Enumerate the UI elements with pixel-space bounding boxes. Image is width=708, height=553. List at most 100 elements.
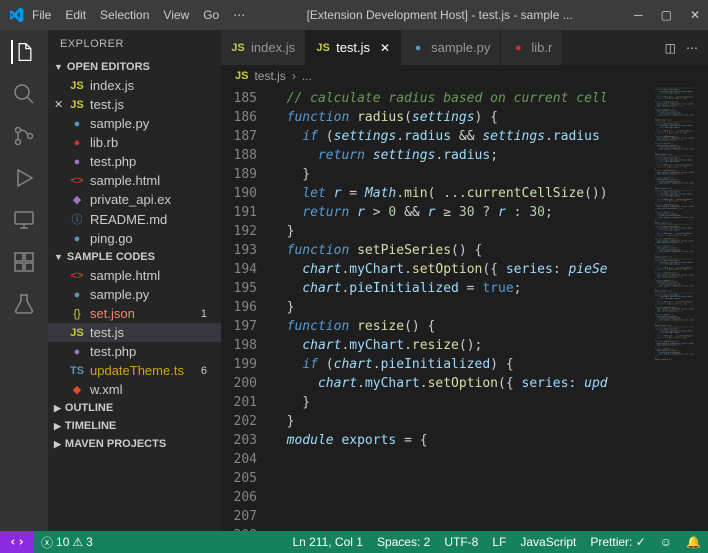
cursor-position[interactable]: Ln 211, Col 1 — [285, 535, 370, 549]
eol[interactable]: LF — [485, 535, 513, 549]
explorer-icon[interactable] — [11, 40, 35, 64]
run-debug-icon[interactable] — [12, 166, 36, 190]
file-name: sample.html — [90, 173, 160, 188]
file-type-icon: JS — [316, 42, 330, 54]
file-item[interactable]: TSupdateTheme.ts6 — [48, 361, 221, 380]
file-type-icon: JS — [70, 327, 84, 339]
file-type-icon: ● — [70, 118, 84, 130]
file-item[interactable]: ⓘREADME.md — [48, 209, 221, 229]
file-name: sample.py — [90, 116, 149, 131]
section-open-editors[interactable]: ▼OPEN EDITORS — [48, 58, 221, 76]
file-type-icon: <> — [70, 270, 84, 282]
testing-icon[interactable] — [12, 292, 36, 316]
extensions-icon[interactable] — [12, 250, 36, 274]
editor-tab[interactable]: ●sample.py — [401, 30, 501, 65]
menu-edit[interactable]: Edit — [65, 8, 86, 22]
chevron-right-icon: › — [292, 69, 296, 83]
file-name: test.js — [90, 97, 124, 112]
sidebar: EXPLORER ▼OPEN EDITORS JSindex.js✕JStest… — [48, 30, 221, 531]
file-name: test.js — [90, 325, 124, 340]
file-type-icon: ◆ — [70, 193, 84, 206]
editor-tab[interactable]: JS index.js — [221, 30, 306, 65]
remote-explorer-icon[interactable] — [12, 208, 36, 232]
vscode-logo-icon — [8, 7, 24, 23]
language-mode[interactable]: JavaScript — [513, 535, 583, 549]
encoding[interactable]: UTF-8 — [437, 535, 485, 549]
file-type-icon: JS — [231, 42, 245, 54]
code-content[interactable]: // calculate radius based on current cel… — [271, 87, 653, 531]
titlebar: File Edit Selection View Go ⋯ [Extension… — [0, 0, 708, 30]
tab-label: sample.py — [431, 40, 490, 55]
chevron-down-icon: ▼ — [54, 62, 63, 72]
file-item[interactable]: JSindex.js — [48, 76, 221, 95]
breadcrumb[interactable]: JS test.js › ... — [221, 65, 708, 87]
file-type-icon: ● — [70, 346, 84, 358]
section-timeline[interactable]: ▶TIMELINE — [48, 417, 221, 435]
file-type-icon: ⓘ — [70, 211, 84, 227]
file-item[interactable]: ◆w.xml — [48, 380, 221, 399]
file-item[interactable]: ●sample.py — [48, 285, 221, 304]
more-actions-icon[interactable]: ⋯ — [686, 41, 698, 55]
chevron-right-icon: ▶ — [54, 403, 61, 414]
section-outline[interactable]: ▶OUTLINE — [48, 399, 221, 417]
file-type-icon: ● — [70, 137, 84, 149]
file-type-icon: ● — [511, 42, 525, 54]
feedback-icon[interactable]: ☺ — [653, 535, 679, 549]
file-name: ping.go — [90, 231, 133, 246]
prettier-status[interactable]: Prettier: ✓ — [583, 535, 652, 549]
menu-file[interactable]: File — [32, 8, 51, 22]
tab-label: index.js — [251, 40, 295, 55]
file-item[interactable]: ● sample.py — [48, 114, 221, 133]
close-icon[interactable]: ✕ — [380, 41, 390, 55]
problems-indicator[interactable]: ⓧ10 ⚠3 — [34, 534, 100, 551]
problem-badge: 6 — [201, 365, 213, 377]
file-type-icon: ● — [70, 233, 84, 245]
file-name: sample.py — [90, 287, 149, 302]
tab-label: test.js — [336, 40, 370, 55]
minimap[interactable]: // calculate radius based on current cel… — [653, 87, 708, 531]
file-item[interactable]: ●test.php — [48, 152, 221, 171]
editor-tab[interactable]: ● lib.r — [501, 30, 563, 65]
close-icon[interactable]: ✕ — [690, 8, 700, 22]
file-name: updateTheme.ts — [90, 363, 184, 378]
file-item[interactable]: JS test.js — [48, 323, 221, 342]
editor-tabs: JS index.js JS test.js ✕ ●sample.py ● lib.r ◫ ⋯ — [221, 30, 708, 65]
file-item[interactable]: <> sample.html — [48, 266, 221, 285]
section-sample-codes[interactable]: ▼SAMPLE CODES — [48, 248, 221, 266]
split-editor-icon[interactable]: ◫ — [665, 41, 676, 55]
menu-go[interactable]: Go — [203, 8, 219, 22]
window-title: [Extension Development Host] - test.js -… — [245, 8, 634, 22]
file-item[interactable]: <> sample.html — [48, 171, 221, 190]
notifications-icon[interactable]: 🔔 — [679, 535, 708, 549]
tab-label: lib.r — [531, 40, 552, 55]
indentation[interactable]: Spaces: 2 — [370, 535, 437, 549]
file-name: set.json — [90, 306, 135, 321]
file-name: test.php — [90, 344, 136, 359]
section-maven[interactable]: ▶MAVEN PROJECTS — [48, 435, 221, 453]
activity-bar — [0, 30, 48, 531]
file-name: sample.html — [90, 268, 160, 283]
file-item[interactable]: ✕JStest.js — [48, 95, 221, 114]
code-editor[interactable]: 1851861871881891901911921931941951961971… — [221, 87, 708, 531]
file-item[interactable]: ◆ private_api.ex — [48, 190, 221, 209]
file-type-icon: <> — [70, 175, 84, 187]
menu-selection[interactable]: Selection — [100, 8, 149, 22]
minimize-icon[interactable]: ─ — [634, 8, 643, 22]
search-icon[interactable] — [12, 82, 36, 106]
file-name: private_api.ex — [90, 192, 171, 207]
file-name: index.js — [90, 78, 134, 93]
sidebar-title: EXPLORER — [48, 30, 221, 58]
remote-indicator[interactable] — [0, 531, 34, 553]
file-item[interactable]: ●lib.rb — [48, 133, 221, 152]
maximize-icon[interactable]: ▢ — [661, 8, 672, 22]
close-icon[interactable]: ✕ — [54, 98, 63, 111]
menu-view[interactable]: View — [163, 8, 189, 22]
editor-tab[interactable]: JS test.js ✕ — [306, 30, 401, 65]
file-item[interactable]: {}set.json1 — [48, 304, 221, 323]
file-item[interactable]: ● test.php — [48, 342, 221, 361]
chevron-right-icon: ▶ — [54, 439, 61, 450]
chevron-right-icon: ▶ — [54, 421, 61, 432]
source-control-icon[interactable] — [12, 124, 36, 148]
file-item[interactable]: ● ping.go — [48, 229, 221, 248]
menu-overflow[interactable]: ⋯ — [233, 8, 245, 22]
